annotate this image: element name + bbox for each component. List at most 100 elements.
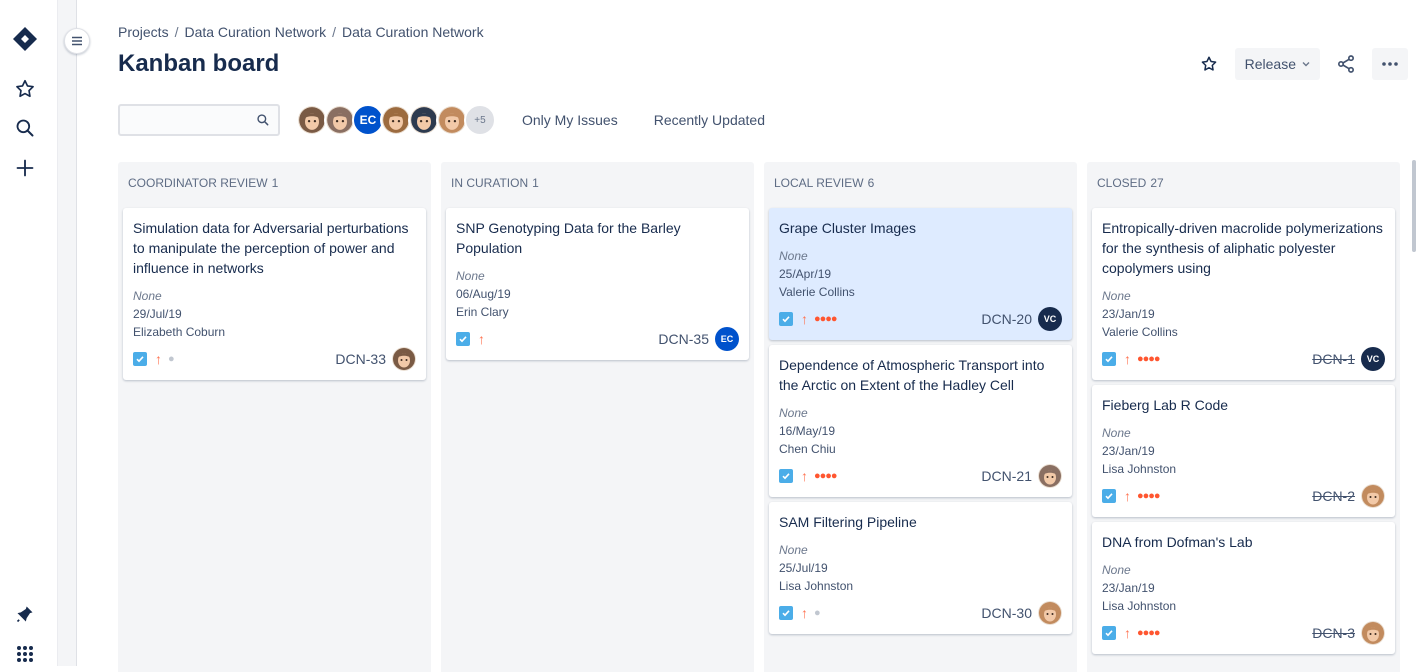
column-title: In Curation xyxy=(451,176,529,190)
project-sidebar-collapsed xyxy=(58,0,77,666)
task-type-icon xyxy=(779,469,793,483)
more-icon xyxy=(1382,62,1398,66)
issue-date: 29/Jul/19 xyxy=(133,307,182,321)
assignee-avatar[interactable]: EC xyxy=(715,327,739,351)
kanban-board: Coordinator Review 1 Simulation data for A… xyxy=(118,162,1400,672)
issue-assignee: Lisa Johnston xyxy=(1102,462,1177,476)
priority-high-icon: ↑ xyxy=(478,331,485,347)
issue-card[interactable]: SAM Filtering Pipeline None 25/Jul/19 Lisa … xyxy=(769,502,1072,634)
column-count: 1 xyxy=(532,176,539,190)
issue-assignee: Valerie Collins xyxy=(1102,325,1178,339)
board-column: Local Review 6 Grape Cluster Images None 25/… xyxy=(764,162,1077,672)
priority-high-icon: ↑ xyxy=(1124,351,1131,367)
breadcrumb-separator: / xyxy=(174,24,179,40)
issue-status-field: None xyxy=(779,249,808,263)
assignee-avatar[interactable]: VC xyxy=(1361,347,1385,371)
issue-details: None 25/Jul/19 Lisa Johnston xyxy=(779,541,1062,595)
breadcrumb: Projects / Data Curation Network / Data … xyxy=(118,24,484,40)
issue-status-field: None xyxy=(456,269,485,283)
search-input[interactable] xyxy=(120,106,250,134)
issue-card[interactable]: SNP Genotyping Data for the Barley Popul… xyxy=(446,208,749,360)
star-icon xyxy=(1201,56,1216,71)
issue-status-field: None xyxy=(779,406,808,420)
issue-assignee: Lisa Johnston xyxy=(1102,599,1177,613)
issue-key[interactable]: DCN-21 xyxy=(981,468,1032,484)
jira-logo-icon[interactable] xyxy=(9,23,41,55)
assignee-avatar[interactable] xyxy=(1361,484,1385,508)
issue-date: 25/Jul/19 xyxy=(779,561,828,575)
issue-key[interactable]: DCN-33 xyxy=(335,351,386,367)
issue-status-field: None xyxy=(1102,289,1131,303)
issue-summary: Entropically-driven macrolide polymeriza… xyxy=(1102,220,1383,276)
issue-key[interactable]: DCN-35 xyxy=(658,331,709,347)
assignee-avatar[interactable] xyxy=(1361,621,1385,645)
issue-key[interactable]: DCN-30 xyxy=(981,605,1032,621)
release-button[interactable]: Release xyxy=(1234,48,1320,80)
task-type-icon xyxy=(779,606,793,620)
assignee-avatar-filter: EC +5 xyxy=(296,104,496,136)
estimate-dots: ●●●● xyxy=(1137,490,1161,502)
issue-card[interactable]: Simulation data for Adversarial perturba… xyxy=(123,208,426,380)
issue-card[interactable]: Grape Cluster Images None 25/Apr/19 Valerie… xyxy=(769,208,1072,340)
task-type-icon xyxy=(1102,489,1116,503)
main-content: Projects / Data Curation Network / Data … xyxy=(77,0,1418,672)
issue-card[interactable]: Entropically-driven macrolide polymeriza… xyxy=(1092,208,1395,380)
recently-updated-filter[interactable]: Recently Updated xyxy=(654,112,765,128)
assignee-avatar[interactable] xyxy=(1038,464,1062,488)
star-icon[interactable] xyxy=(9,73,41,105)
issue-date: 23/Jan/19 xyxy=(1102,307,1155,321)
assignee-avatar[interactable]: VC xyxy=(1038,307,1062,331)
column-header: Closed 27 xyxy=(1087,162,1400,204)
priority-high-icon: ↑ xyxy=(155,351,162,367)
more-assignees-button[interactable]: +5 xyxy=(464,104,496,136)
column-title: Coordinator Review xyxy=(128,176,268,190)
issue-card[interactable]: DNA from Dofman's Lab None 23/Jan/19 Lisa J… xyxy=(1092,522,1395,654)
notification-icon[interactable] xyxy=(9,598,41,630)
issue-assignee: Erin Clary xyxy=(456,305,509,319)
issue-key[interactable]: DCN-20 xyxy=(981,311,1032,327)
task-type-icon xyxy=(1102,626,1116,640)
issue-key[interactable]: DCN-3 xyxy=(1312,625,1355,641)
issue-summary: SAM Filtering Pipeline xyxy=(779,514,917,530)
issue-assignee: Valerie Collins xyxy=(779,285,855,299)
column-count: 6 xyxy=(867,176,875,190)
issue-details: None 16/May/19 Chen Chiu xyxy=(779,404,1062,458)
issue-card[interactable]: Dependence of Atmospheric Transport into… xyxy=(769,345,1072,497)
column-count: 27 xyxy=(1150,176,1164,190)
issue-details: None 06/Aug/19 Erin Clary xyxy=(456,267,739,321)
release-label: Release xyxy=(1244,56,1296,72)
priority-high-icon: ↑ xyxy=(801,468,808,484)
star-board-button[interactable] xyxy=(1193,48,1225,80)
issue-key[interactable]: DCN-1 xyxy=(1312,351,1355,367)
issue-details: None 29/Jul/19 Elizabeth Coburn xyxy=(133,287,416,341)
only-my-issues-filter[interactable]: Only My Issues xyxy=(522,112,618,128)
assignee-avatar[interactable] xyxy=(392,347,416,371)
task-type-icon xyxy=(456,332,470,346)
issue-date: 16/May/19 xyxy=(779,424,836,438)
issue-summary: Grape Cluster Images xyxy=(779,220,916,236)
search-icon[interactable] xyxy=(9,112,41,144)
issue-card[interactable]: Fieberg Lab R Code None 23/Jan/19 Lisa John… xyxy=(1092,385,1395,517)
breadcrumb-board[interactable]: Data Curation Network xyxy=(342,24,484,40)
app-switcher-icon[interactable] xyxy=(9,638,41,670)
plus-icon[interactable] xyxy=(9,152,41,184)
column-title: Local Review xyxy=(774,176,864,190)
card-footer: ↑ ● DCN-33 xyxy=(133,347,416,371)
issue-details: None 23/Jan/19 Valerie Collins xyxy=(1102,287,1385,341)
issue-status-field: None xyxy=(779,543,808,557)
priority-high-icon: ↑ xyxy=(1124,625,1131,641)
issue-details: None 23/Jan/19 Lisa Johnston xyxy=(1102,424,1385,478)
more-button[interactable] xyxy=(1372,48,1408,80)
breadcrumb-separator: / xyxy=(332,24,336,40)
breadcrumb-project[interactable]: Data Curation Network xyxy=(184,24,326,40)
breadcrumb-projects[interactable]: Projects xyxy=(118,24,169,40)
priority-high-icon: ↑ xyxy=(801,311,808,327)
vertical-scrollbar[interactable] xyxy=(1412,160,1416,252)
card-footer: ↑ ●●●● DCN-3 xyxy=(1102,621,1385,645)
task-type-icon xyxy=(779,312,793,326)
card-footer: ↑ ●●●● DCN-21 xyxy=(779,464,1062,488)
assignee-avatar[interactable] xyxy=(1038,601,1062,625)
share-button[interactable] xyxy=(1330,48,1362,80)
expand-sidebar-button[interactable] xyxy=(64,28,90,54)
issue-key[interactable]: DCN-2 xyxy=(1312,488,1355,504)
